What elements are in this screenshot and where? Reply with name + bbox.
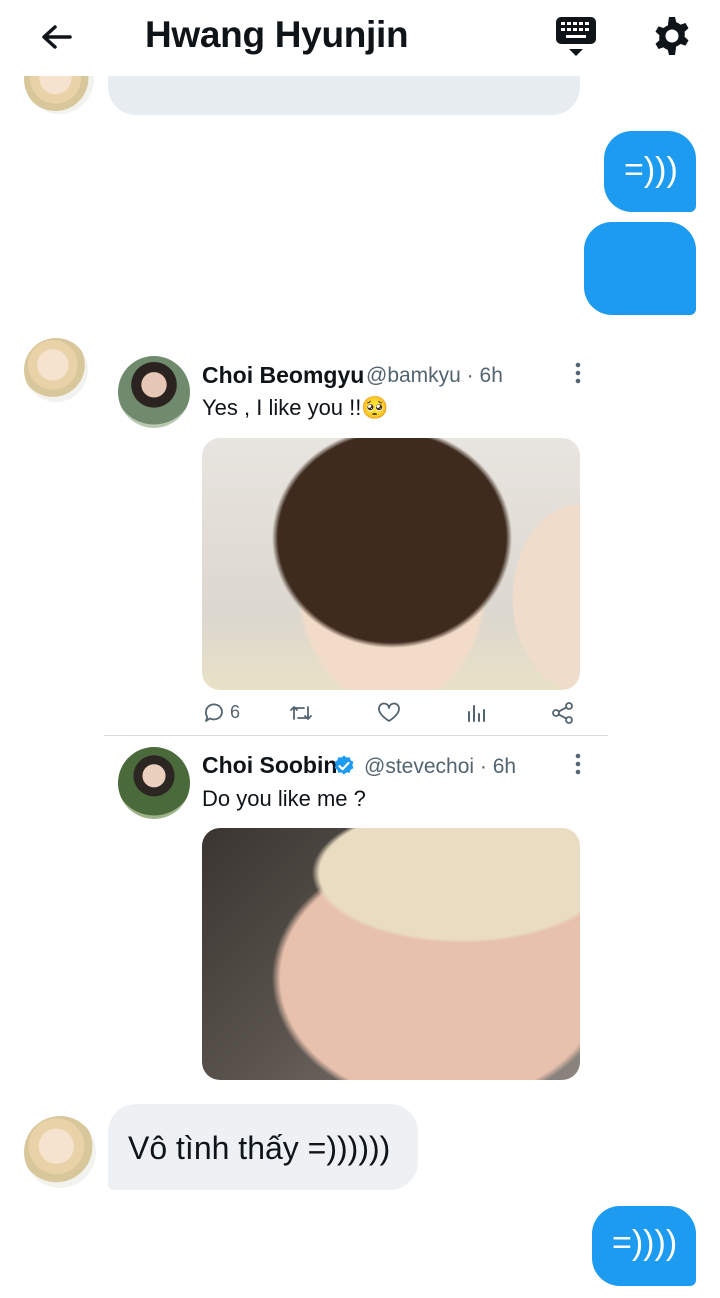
share-button[interactable] (550, 700, 576, 726)
bar-chart-icon (468, 705, 485, 722)
avatar-hyunjin[interactable] (24, 338, 88, 402)
reply-button[interactable]: 6 (202, 700, 246, 726)
pleading-face-emoji: 🥺 (361, 395, 389, 420)
tweet-text: Yes , I like you !!🥺 (202, 395, 389, 420)
conversation-title: Hwang Hyunjin (145, 14, 409, 55)
tweet-author-name[interactable]: Choi Soobin (202, 752, 337, 779)
more-options-button[interactable] (566, 751, 590, 777)
message-text: =)))) (612, 1224, 678, 1262)
retweet-icon (290, 706, 312, 720)
outgoing-message-bubble[interactable] (584, 222, 696, 315)
outgoing-message-bubble[interactable]: =))) (604, 131, 696, 212)
avatar-soobin[interactable] (118, 747, 190, 819)
tweet-action-bar: 6 (202, 698, 582, 728)
message-text: Vô tình thấy =)))))) (128, 1130, 391, 1166)
tweet-divider (104, 735, 608, 736)
gear-icon (655, 17, 689, 55)
tweet-author-name[interactable]: Choi Beomgyu (202, 362, 364, 389)
outgoing-message-bubble[interactable]: =)))) (592, 1206, 696, 1286)
more-vertical-icon (575, 362, 581, 384)
more-vertical-icon (575, 753, 581, 775)
tweet-author-handle[interactable]: @stevechoi · 6h (364, 755, 516, 779)
reply-icon (205, 703, 223, 722)
tweet-author-handle[interactable]: @bamkyu · 6h (366, 364, 503, 388)
heart-icon (378, 702, 400, 722)
like-button[interactable] (376, 700, 402, 726)
views-button[interactable] (464, 700, 490, 726)
keyboard-toggle-button[interactable] (552, 14, 600, 60)
retweet-button[interactable] (288, 700, 314, 726)
share-icon (552, 702, 573, 724)
message-text: =))) (624, 151, 678, 189)
settings-button[interactable] (648, 12, 696, 60)
incoming-message-bubble[interactable]: Vô tình thấy =)))))) (108, 1104, 418, 1190)
tweet-photo[interactable] (202, 438, 580, 690)
verified-badge-icon (334, 755, 354, 775)
avatar-beomgyu[interactable] (118, 356, 190, 428)
back-button[interactable] (36, 18, 76, 58)
avatar-hyunjin[interactable] (24, 1116, 96, 1188)
tweet-text: Do you like me ? (202, 786, 366, 811)
keyboard-icon (556, 17, 596, 56)
more-options-button[interactable] (566, 360, 590, 386)
top-bar: Hwang Hyunjin (0, 0, 720, 76)
tweet-photo[interactable] (202, 828, 580, 1080)
arrow-left-icon (42, 25, 72, 49)
reply-count: 6 (230, 702, 241, 722)
